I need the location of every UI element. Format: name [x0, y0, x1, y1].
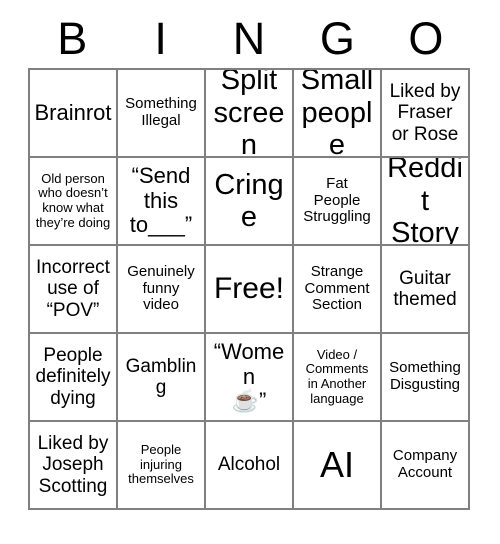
- bingo-grid: Brainrot Something Illegal Split screen Sma…: [28, 68, 470, 510]
- bingo-cell[interactable]: Strange Comment Section: [294, 246, 382, 334]
- bingo-cell-label: “Send this to___”: [129, 163, 193, 238]
- bingo-cell[interactable]: Company Account: [382, 422, 470, 510]
- bingo-cell[interactable]: Alcohol: [206, 422, 294, 510]
- bingo-header-letter-g: G: [319, 12, 355, 64]
- bingo-row: Liked by Joseph Scotting People injuring …: [30, 422, 470, 510]
- bingo-cell-label: Company Account: [392, 447, 458, 481]
- bingo-cell-label: Liked by Fraser or Rose: [389, 81, 461, 145]
- bingo-cell[interactable]: People injuring themselves: [118, 422, 206, 510]
- bingo-cell-label: Free!: [213, 272, 285, 306]
- bingo-cell[interactable]: “Women ☕”: [206, 334, 294, 422]
- bingo-cell[interactable]: Something Disgusting: [382, 334, 470, 422]
- bingo-cell[interactable]: Liked by Fraser or Rose: [382, 70, 470, 158]
- bingo-row: Brainrot Something Illegal Split screen Sma…: [30, 70, 470, 158]
- bingo-cell[interactable]: People definitely dying: [30, 334, 118, 422]
- bingo-row: People definitely dying Gambling “Women ☕”…: [30, 334, 470, 422]
- bingo-cell-label: Old person who doesn’t know what they’re…: [35, 170, 111, 230]
- bingo-header-row: B I N G O: [28, 8, 470, 68]
- bingo-cell[interactable]: Reddit Story: [382, 158, 470, 246]
- bingo-cell[interactable]: Incorrect use of “POV”: [30, 246, 118, 334]
- bingo-cell[interactable]: Brainrot: [30, 70, 118, 158]
- bingo-cell-label: People injuring themselves: [128, 442, 194, 487]
- bingo-header-letter-o: O: [408, 12, 444, 64]
- bingo-cell-label: Fat People Struggling: [303, 174, 371, 226]
- bingo-cell-label: Alcohol: [217, 454, 281, 476]
- bingo-cell-label: Video / Comments in Another language: [305, 346, 369, 406]
- bingo-header-letter-n: N: [232, 12, 266, 64]
- bingo-cell[interactable]: Free!: [206, 246, 294, 334]
- bingo-cell[interactable]: AI: [294, 422, 382, 510]
- bingo-cell-label: Genuinely funny video: [127, 262, 195, 314]
- bingo-row: Incorrect use of “POV” Genuinely funny vi…: [30, 246, 470, 334]
- bingo-cell-label: Liked by Joseph Scotting: [37, 433, 109, 497]
- bingo-header-letter-i: I: [154, 12, 167, 64]
- bingo-cell-label: Guitar themed: [393, 267, 457, 310]
- bingo-cell-label: Strange Comment Section: [304, 262, 370, 314]
- bingo-cell-label: Gambling: [125, 355, 197, 398]
- bingo-cell[interactable]: Guitar themed: [382, 246, 470, 334]
- bingo-cell-label: AI: [319, 443, 354, 485]
- bingo-cell[interactable]: Video / Comments in Another language: [294, 334, 382, 422]
- bingo-cell-label: Something Disgusting: [389, 359, 461, 393]
- bingo-cell[interactable]: Gambling: [118, 334, 206, 422]
- bingo-cell-label: Small people: [300, 70, 374, 158]
- bingo-cell[interactable]: Fat People Struggling: [294, 158, 382, 246]
- bingo-cell[interactable]: Old person who doesn’t know what they’re…: [30, 158, 118, 246]
- bingo-cell-label: Split screen: [213, 70, 285, 158]
- bingo-cell[interactable]: Split screen: [206, 70, 294, 158]
- bingo-cell-label: Reddit Story: [387, 158, 463, 246]
- bingo-cell-label: Something Illegal: [125, 95, 197, 129]
- bingo-cell-label: Brainrot: [34, 99, 112, 125]
- bingo-cell[interactable]: Genuinely funny video: [118, 246, 206, 334]
- bingo-cell[interactable]: Small people: [294, 70, 382, 158]
- bingo-cell-label: Cringe: [214, 168, 284, 233]
- bingo-cell-label: “Women ☕”: [213, 339, 285, 414]
- bingo-card: B I N G O Brainrot Something Illegal Split…: [28, 8, 470, 514]
- bingo-header-letter-b: B: [57, 12, 88, 64]
- bingo-cell[interactable]: “Send this to___”: [118, 158, 206, 246]
- bingo-cell[interactable]: Something Illegal: [118, 70, 206, 158]
- bingo-row: Old person who doesn’t know what they’re…: [30, 158, 470, 246]
- bingo-cell[interactable]: Cringe: [206, 158, 294, 246]
- bingo-cell[interactable]: Liked by Joseph Scotting: [30, 422, 118, 510]
- bingo-cell-label: People definitely dying: [35, 345, 111, 409]
- bingo-cell-label: Incorrect use of “POV”: [36, 257, 110, 321]
